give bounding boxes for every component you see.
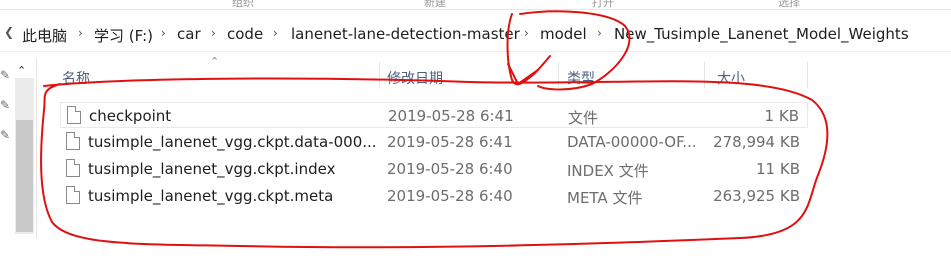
scroll-up-icon[interactable]: ⌃: [17, 64, 26, 77]
navigation-pane: ✎ ✎ ✎ ⌃: [0, 58, 37, 238]
file-size: 11 KB: [756, 160, 800, 178]
address-bar[interactable]: ❮ 此电脑 › 学习 (F:) › car › code › lanenet-l…: [0, 17, 951, 52]
chevron-right-icon[interactable]: ›: [211, 26, 216, 40]
column-divider[interactable]: [704, 62, 705, 88]
file-name: tusimple_lanenet_vgg.ckpt.data-000...: [88, 133, 377, 151]
scrollbar-thumb[interactable]: [16, 120, 33, 232]
file-type: META 文件: [567, 189, 643, 207]
column-header-row: ⌃ 名称 修改日期 类型 大小: [50, 55, 810, 90]
chevron-right-icon[interactable]: ›: [273, 26, 278, 40]
ribbon-fragment-organize: 组织: [232, 0, 254, 9]
file-icon: [66, 159, 80, 177]
column-divider[interactable]: [379, 62, 380, 88]
file-modified: 2019-05-28 6:40: [387, 160, 513, 178]
file-explorer-window: 组织 新建 打开 选择 ❮ 此电脑 › 学习 (F:) › car › code…: [0, 0, 951, 258]
column-divider[interactable]: [807, 62, 808, 88]
file-icon: [67, 106, 81, 124]
file-name: tusimple_lanenet_vgg.ckpt.index: [88, 160, 336, 178]
file-name: checkpoint: [89, 107, 172, 125]
ribbon-fragment-new: 新建: [424, 0, 446, 9]
ribbon-fragment-select: 选择: [778, 0, 800, 9]
ribbon-strip: 组织 新建 打开 选择: [0, 0, 951, 10]
column-divider[interactable]: [558, 62, 559, 88]
chevron-right-icon[interactable]: ›: [161, 26, 166, 40]
chevron-right-icon[interactable]: ›: [78, 26, 83, 40]
file-row-data[interactable]: tusimple_lanenet_vgg.ckpt.data-000... 20…: [60, 129, 808, 155]
file-modified: 2019-05-28 6:41: [388, 107, 514, 125]
file-size: 263,925 KB: [713, 187, 800, 205]
file-name: tusimple_lanenet_vgg.ckpt.meta: [88, 187, 334, 205]
file-type: DATA-00000-OF...: [567, 133, 697, 151]
column-header-size[interactable]: 大小: [717, 68, 745, 88]
file-row-meta[interactable]: tusimple_lanenet_vgg.ckpt.meta 2019-05-2…: [60, 183, 808, 209]
breadcrumb-lanenet-master[interactable]: lanenet-lane-detection-master: [291, 25, 520, 43]
breadcrumb-this-pc[interactable]: 此电脑: [22, 25, 67, 46]
file-size: 1 KB: [764, 107, 799, 125]
file-type: 文件: [568, 109, 599, 127]
breadcrumb-code[interactable]: code: [227, 25, 263, 43]
pin-icon[interactable]: ✎: [0, 98, 12, 112]
file-icon: [66, 186, 80, 204]
file-row-index[interactable]: tusimple_lanenet_vgg.ckpt.index 2019-05-…: [60, 156, 808, 182]
pin-icon[interactable]: ✎: [0, 128, 12, 142]
chevron-right-icon[interactable]: ›: [597, 26, 602, 40]
breadcrumb-car[interactable]: car: [177, 25, 201, 43]
breadcrumb-model[interactable]: model: [540, 25, 587, 43]
chevron-right-icon[interactable]: ›: [524, 26, 529, 40]
file-size: 278,994 KB: [713, 133, 800, 151]
breadcrumb-overflow-icon[interactable]: ❮: [4, 25, 14, 39]
file-row-checkpoint[interactable]: checkpoint 2019-05-28 6:41 文件 1 KB: [60, 102, 808, 128]
file-modified: 2019-05-28 6:41: [387, 133, 513, 151]
ribbon-fragment-open: 打开: [592, 0, 614, 9]
file-modified: 2019-05-28 6:40: [387, 187, 513, 205]
column-header-modified[interactable]: 修改日期: [387, 68, 443, 88]
column-header-type[interactable]: 类型: [567, 68, 595, 88]
sort-ascending-icon: ⌃: [210, 55, 220, 68]
file-type: INDEX 文件: [567, 162, 649, 180]
pin-icon[interactable]: ✎: [0, 68, 12, 82]
column-header-name[interactable]: 名称: [62, 68, 90, 88]
breadcrumb-drive-f[interactable]: 学习 (F:): [94, 25, 153, 46]
file-icon: [66, 132, 80, 150]
breadcrumb-weights-folder[interactable]: New_Tusimple_Lanenet_Model_Weights: [614, 25, 909, 43]
